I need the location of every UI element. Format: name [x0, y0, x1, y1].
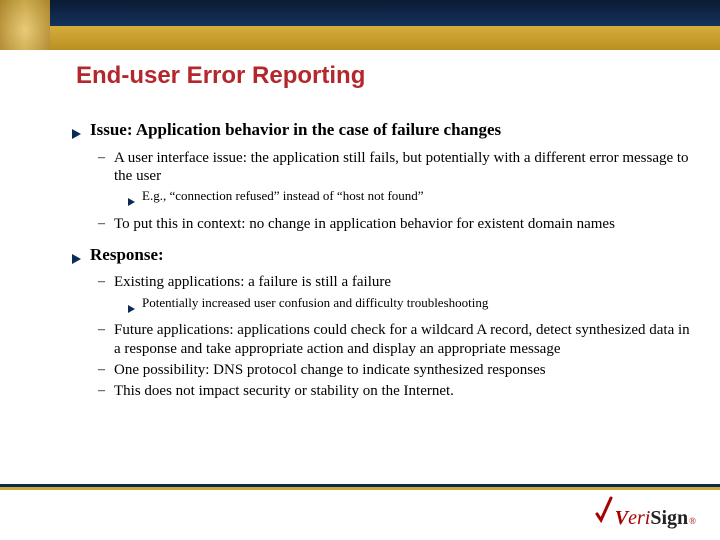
header-gold-bar: [50, 26, 720, 50]
dash-icon: –: [98, 215, 114, 233]
subsub-bullet: E.g., “connection refused” instead of “h…: [128, 188, 694, 212]
footer: VeriSign®: [0, 484, 720, 540]
sub-bullet: – This does not impact security or stabi…: [98, 382, 694, 400]
triangle-icon: [128, 295, 142, 319]
header-image-block: [0, 0, 50, 50]
sub-bullet: – Existing applications: a failure is st…: [98, 273, 694, 291]
subsub-bullet-text: E.g., “connection refused” instead of “h…: [142, 188, 694, 212]
logo-v: V: [615, 507, 628, 530]
header-band: [0, 0, 720, 50]
dash-icon: –: [98, 149, 114, 186]
logo-registered: ®: [689, 516, 696, 526]
dash-icon: –: [98, 321, 114, 358]
bullet-text: Response:: [90, 245, 694, 270]
sub-bullet: – One possibility: DNS protocol change t…: [98, 361, 694, 379]
check-icon: [595, 496, 613, 524]
sub-bullet: – To put this in context: no change in a…: [98, 215, 694, 233]
slide-body: Issue: Application behavior in the case …: [72, 120, 694, 402]
dash-icon: –: [98, 273, 114, 291]
sub-bullet-text: This does not impact security or stabili…: [114, 382, 694, 400]
sub-bullet-text: One possibility: DNS protocol change to …: [114, 361, 694, 379]
bullet-issue: Issue: Application behavior in the case …: [72, 120, 694, 145]
triangle-icon: [128, 188, 142, 212]
dash-icon: –: [98, 361, 114, 379]
subsub-bullet: Potentially increased user confusion and…: [128, 295, 694, 319]
sub-bullet: – A user interface issue: the applicatio…: [98, 149, 694, 186]
slide-title: End-user Error Reporting: [76, 62, 365, 90]
slide: End-user Error Reporting Issue: Applicat…: [0, 0, 720, 540]
sub-bullet-text: Future applications: applications could …: [114, 321, 694, 358]
verisign-logo: VeriSign®: [595, 496, 696, 530]
sub-bullet-text: To put this in context: no change in app…: [114, 215, 694, 233]
sub-bullet: – Future applications: applications coul…: [98, 321, 694, 358]
subsub-bullet-text: Potentially increased user confusion and…: [142, 295, 694, 319]
triangle-icon: [72, 120, 90, 145]
logo-sign: Sign: [650, 507, 688, 530]
logo-eri: eri: [628, 507, 650, 530]
sub-bullet-text: A user interface issue: the application …: [114, 149, 694, 186]
bullet-response: Response:: [72, 245, 694, 270]
bullet-text: Issue: Application behavior in the case …: [90, 120, 694, 145]
footer-gold-rule: [0, 487, 720, 490]
dash-icon: –: [98, 382, 114, 400]
header-navy-bar: [50, 0, 720, 26]
sub-bullet-text: Existing applications: a failure is stil…: [114, 273, 694, 291]
triangle-icon: [72, 245, 90, 270]
